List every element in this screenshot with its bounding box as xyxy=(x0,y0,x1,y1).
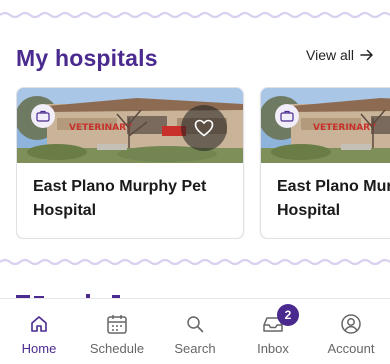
wave-divider-top xyxy=(0,11,390,19)
nav-label: Inbox xyxy=(257,341,289,356)
favorite-button[interactable] xyxy=(181,105,227,151)
hospital-card[interactable]: VETERINARY East Plano Murphy Pet Hospita… xyxy=(260,87,390,239)
hospital-carousel[interactable]: VETERINARY East Plano Murphy Pet Hospita… xyxy=(16,87,390,239)
section-title: My hospitals xyxy=(16,45,158,71)
hospital-photo: VETERINARY xyxy=(17,88,243,163)
unread-count-badge: 2 xyxy=(277,304,299,326)
arrow-right-icon xyxy=(360,49,373,61)
view-all-link[interactable]: View all xyxy=(306,47,374,63)
nav-item-inbox[interactable]: 2 Inbox xyxy=(234,299,312,364)
nav-label: Schedule xyxy=(89,341,145,356)
view-all-label: View all xyxy=(306,47,354,63)
nav-item-account[interactable]: Account xyxy=(312,299,390,364)
hospital-card[interactable]: VETERINARY East Plano Murphy Pet Hospita… xyxy=(16,87,244,239)
nav-item-schedule[interactable]: Schedule xyxy=(78,299,156,364)
nav-item-home[interactable]: Home xyxy=(0,299,78,364)
account-icon xyxy=(339,312,363,336)
nav-label: Home xyxy=(21,341,57,356)
hospital-badge xyxy=(31,104,55,128)
hospital-name: East Plano Murphy Pet Hospital xyxy=(277,178,390,219)
svg-text:VETERINARY: VETERINARY xyxy=(69,123,133,133)
briefcase-icon xyxy=(280,110,294,122)
hospital-name: East Plano Murphy Pet Hospital xyxy=(33,178,207,219)
wave-divider-middle xyxy=(0,258,390,266)
search-icon xyxy=(183,312,207,336)
heart-icon xyxy=(194,119,214,137)
my-hospitals-header: My hospitals View all xyxy=(16,40,374,76)
calendar-icon xyxy=(105,312,129,336)
bottom-navigation: Home Schedule Search 2 Inbox Account xyxy=(0,298,390,364)
home-icon xyxy=(27,312,51,336)
hospital-badge xyxy=(275,104,299,128)
nav-item-search[interactable]: Search xyxy=(156,299,234,364)
svg-text:VETERINARY: VETERINARY xyxy=(313,123,377,133)
nav-label: Account xyxy=(327,341,375,356)
hospital-photo: VETERINARY xyxy=(261,88,390,163)
briefcase-icon xyxy=(36,110,50,122)
nav-label: Search xyxy=(174,341,216,356)
